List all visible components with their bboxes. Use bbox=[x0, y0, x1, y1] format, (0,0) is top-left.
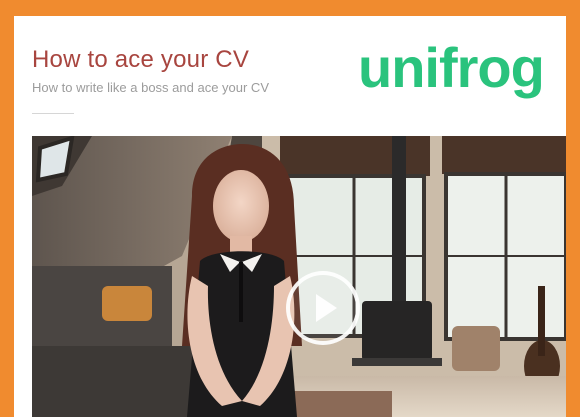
page-title: How to ace your CV bbox=[32, 46, 250, 73]
video-player[interactable] bbox=[32, 136, 566, 417]
page-subtitle: How to write like a boss and ace your CV bbox=[32, 80, 269, 95]
play-button[interactable] bbox=[286, 271, 360, 345]
unifrog-logo: unifrog bbox=[358, 36, 545, 99]
play-icon bbox=[316, 294, 337, 322]
title-divider bbox=[32, 113, 74, 114]
video-card: How to ace your CV How to write like a b… bbox=[14, 16, 566, 417]
